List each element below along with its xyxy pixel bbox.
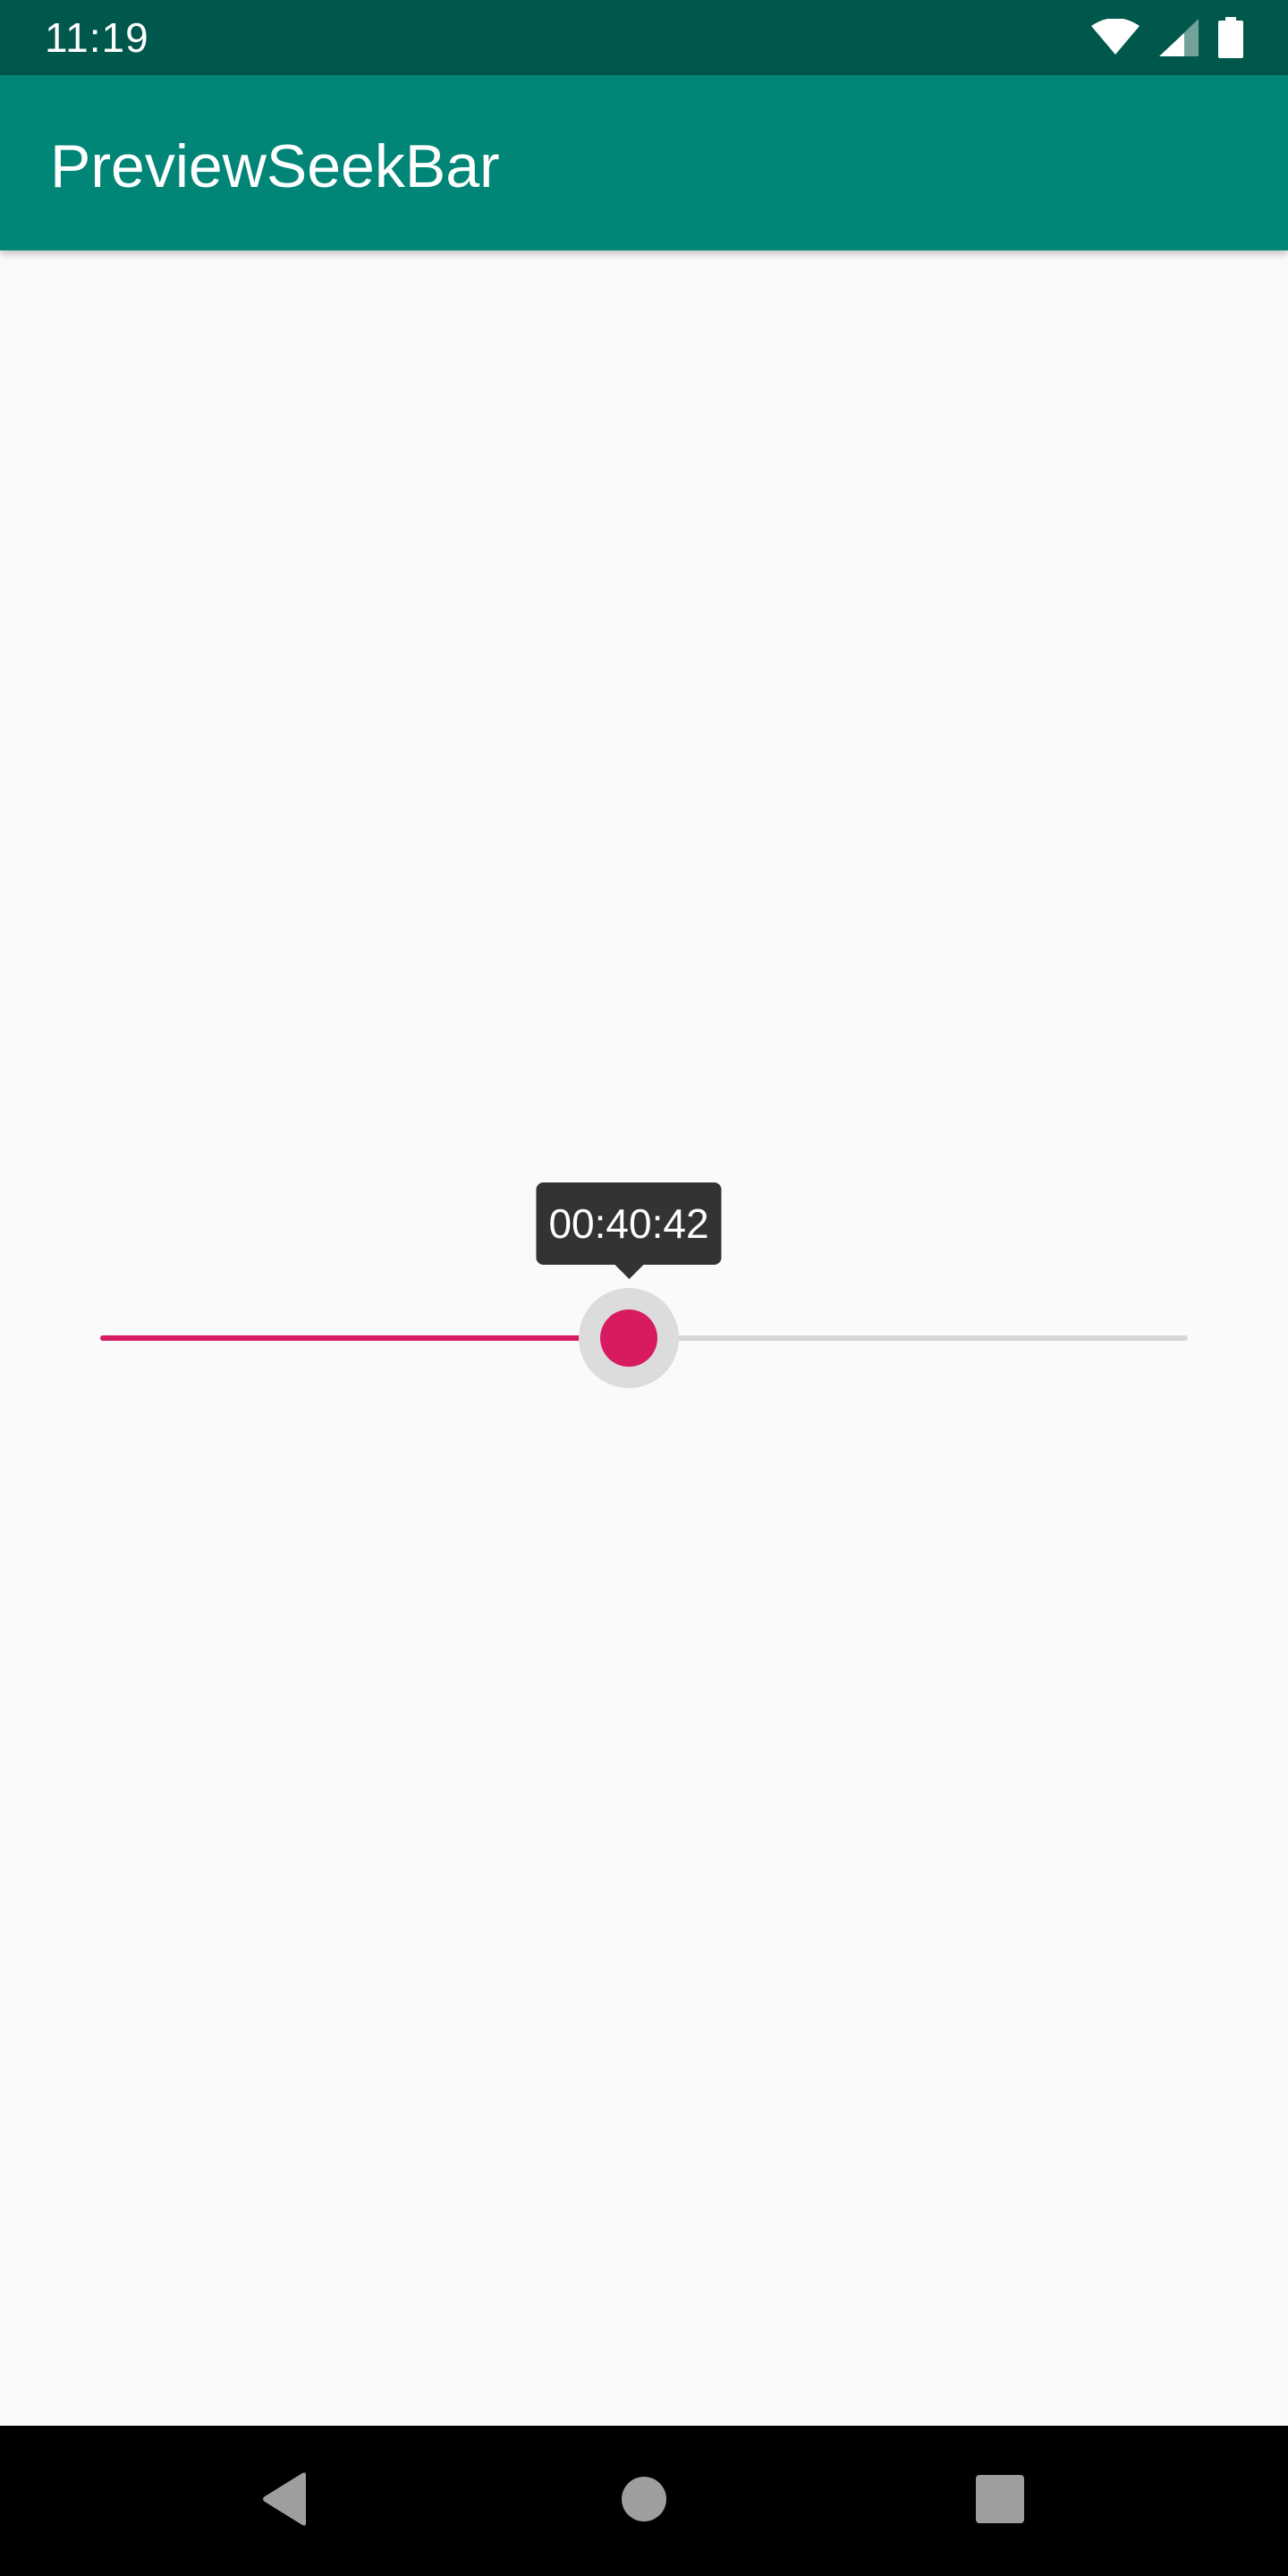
app-bar: PreviewSeekBar bbox=[0, 75, 1288, 250]
tooltip-arrow bbox=[614, 1265, 643, 1279]
status-time: 11:19 bbox=[45, 14, 149, 61]
back-icon bbox=[259, 2471, 309, 2531]
seekbar-thumb[interactable] bbox=[600, 1309, 657, 1367]
seekbar-preview-time: 00:40:42 bbox=[548, 1200, 709, 1247]
screen: 11:19 PreviewSeekBar 00:40:42 bbox=[0, 0, 1288, 2576]
back-button[interactable] bbox=[247, 2463, 322, 2538]
wifi-icon bbox=[1091, 19, 1140, 56]
home-icon bbox=[621, 2476, 667, 2527]
battery-icon bbox=[1218, 17, 1243, 58]
status-bar: 11:19 bbox=[0, 0, 1288, 75]
seekbar-progress bbox=[100, 1335, 629, 1341]
content: 00:40:42 bbox=[0, 250, 1288, 2426]
home-button[interactable] bbox=[606, 2463, 682, 2538]
cell-signal-icon bbox=[1159, 19, 1199, 56]
recents-icon bbox=[976, 2474, 1024, 2528]
status-icons bbox=[1091, 16, 1243, 59]
navigation-bar bbox=[0, 2426, 1288, 2576]
app-title: PreviewSeekBar bbox=[50, 132, 500, 200]
seekbar-preview-tooltip: 00:40:42 bbox=[536, 1182, 722, 1279]
recents-button[interactable] bbox=[962, 2463, 1038, 2538]
